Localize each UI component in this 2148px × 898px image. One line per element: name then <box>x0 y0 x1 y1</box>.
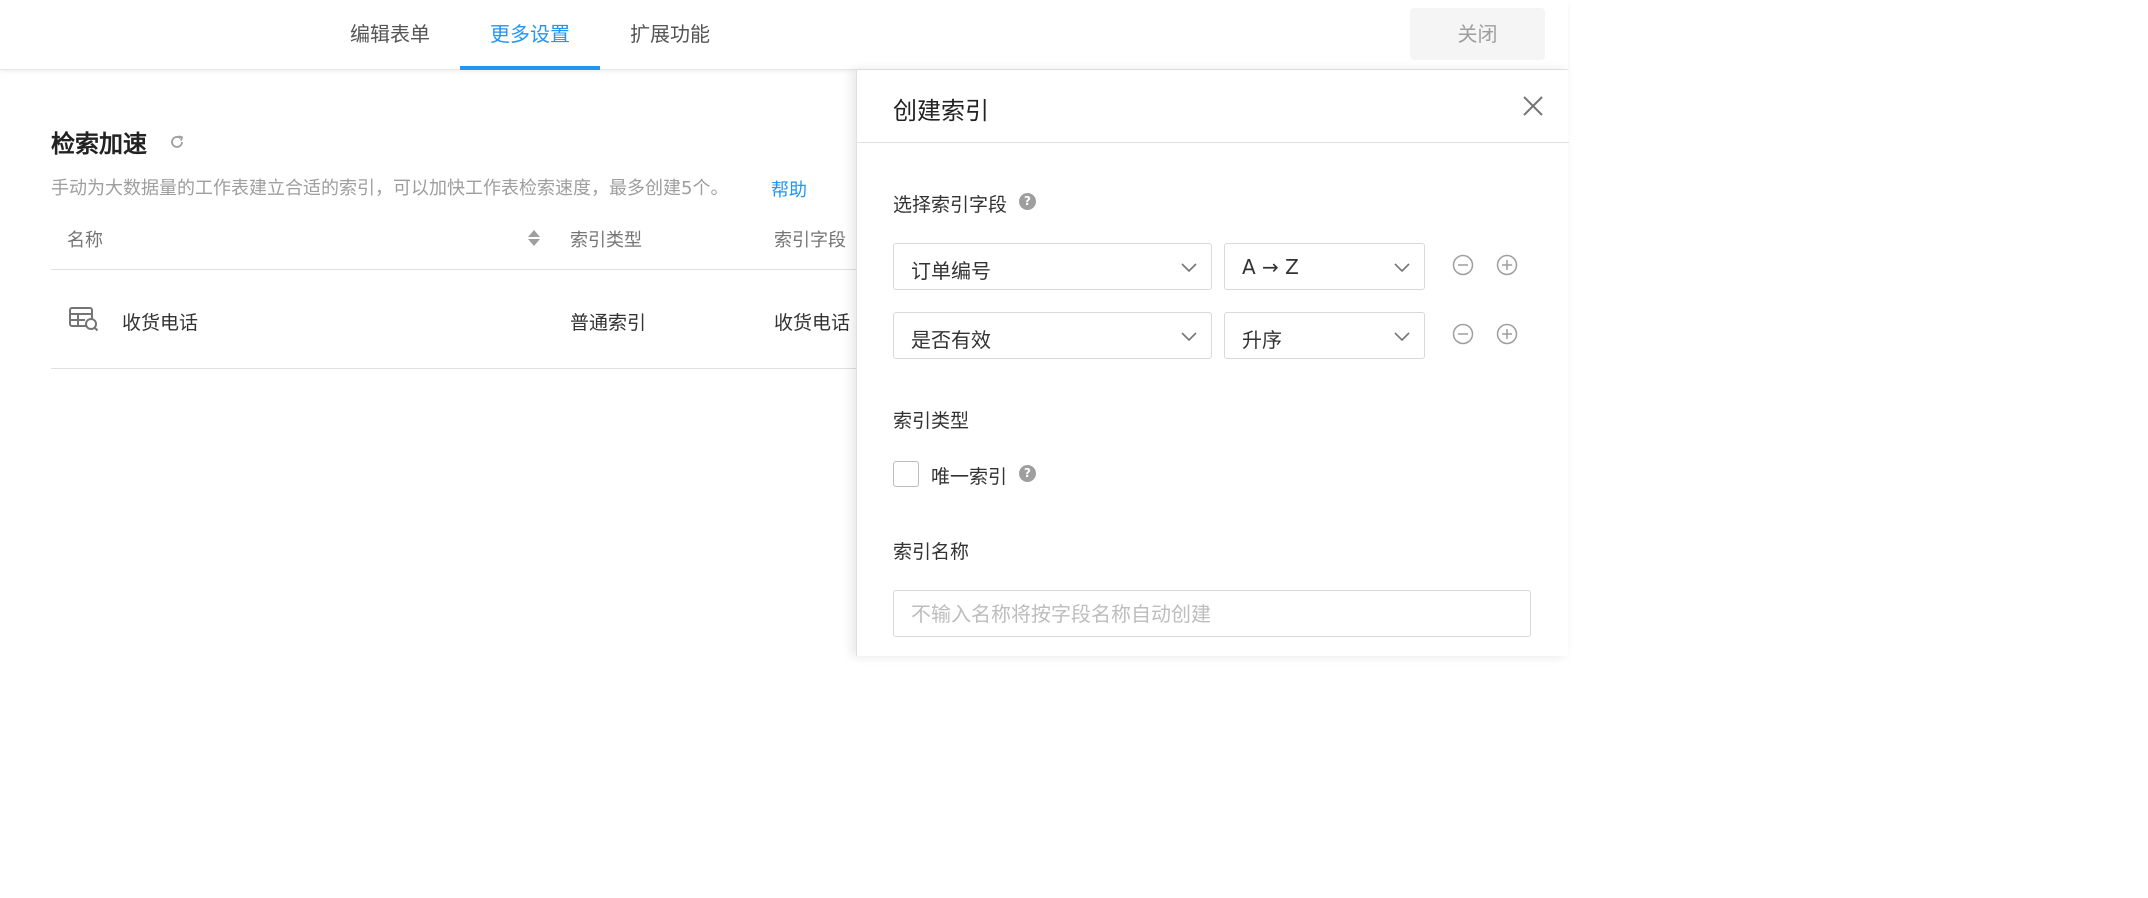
close-button[interactable]: 关闭 <box>1410 8 1545 60</box>
add-field-icon[interactable] <box>1496 254 1518 276</box>
help-icon[interactable]: ? <box>1019 193 1036 210</box>
fields-label: 选择索引字段 <box>893 194 1008 216</box>
remove-field-icon[interactable] <box>1452 323 1474 345</box>
chevron-down-icon <box>1394 263 1410 273</box>
help-link[interactable]: 帮助 <box>771 176 807 202</box>
table-row[interactable]: 收货电话 普通索引 收货电话 <box>51 270 856 369</box>
unique-index-label: 唯一索引 <box>931 466 1008 488</box>
field-select-1[interactable]: 订单编号 <box>893 243 1212 290</box>
tab-edit-form[interactable]: 编辑表单 <box>330 0 450 70</box>
column-header-index-field: 索引字段 <box>774 230 846 251</box>
help-icon[interactable]: ? <box>1019 465 1036 482</box>
order-select-1[interactable]: A → Z <box>1224 243 1425 290</box>
row-index-type: 普通索引 <box>570 312 647 334</box>
order-select-value: A → Z <box>1242 255 1299 279</box>
chevron-down-icon <box>1394 332 1410 342</box>
create-index-drawer: 创建索引 选择索引字段 ? 订单编号 A → Z 是否有效 升序 索引类型 唯一… <box>856 70 1569 656</box>
index-type-label: 索引类型 <box>893 410 970 432</box>
chevron-down-icon <box>1181 263 1197 273</box>
chevron-down-icon <box>1181 332 1197 342</box>
remove-field-icon[interactable] <box>1452 254 1474 276</box>
page-title: 检索加速 <box>51 130 147 158</box>
table-header: 名称 索引类型 索引字段 <box>51 204 856 270</box>
sort-icon[interactable] <box>526 228 542 248</box>
tab-more-settings[interactable]: 更多设置 <box>460 0 600 70</box>
drawer-header: 创建索引 <box>857 70 1569 143</box>
add-field-icon[interactable] <box>1496 323 1518 345</box>
drawer-title: 创建索引 <box>893 97 989 125</box>
field-select-value: 订单编号 <box>911 259 991 283</box>
row-name: 收货电话 <box>122 312 199 334</box>
refresh-icon[interactable] <box>168 133 186 151</box>
top-nav-bar: 编辑表单 更多设置 扩展功能 关闭 <box>0 0 1568 70</box>
index-name-input[interactable] <box>893 590 1531 637</box>
tab-extensions[interactable]: 扩展功能 <box>610 0 730 70</box>
unique-index-checkbox[interactable] <box>893 461 919 487</box>
column-header-index-type: 索引类型 <box>570 230 642 251</box>
description-text: 手动为大数据量的工作表建立合适的索引，可以加快工作表检索速度，最多创建5个。 <box>51 178 729 199</box>
column-header-name: 名称 <box>67 230 103 251</box>
close-icon[interactable] <box>1521 94 1545 118</box>
row-index-field: 收货电话 <box>774 312 851 334</box>
order-select-2[interactable]: 升序 <box>1224 312 1425 359</box>
index-name-label: 索引名称 <box>893 541 970 563</box>
field-select-2[interactable]: 是否有效 <box>893 312 1212 359</box>
field-select-value: 是否有效 <box>911 328 991 352</box>
order-select-value: 升序 <box>1242 328 1282 352</box>
table-index-icon <box>69 307 99 332</box>
